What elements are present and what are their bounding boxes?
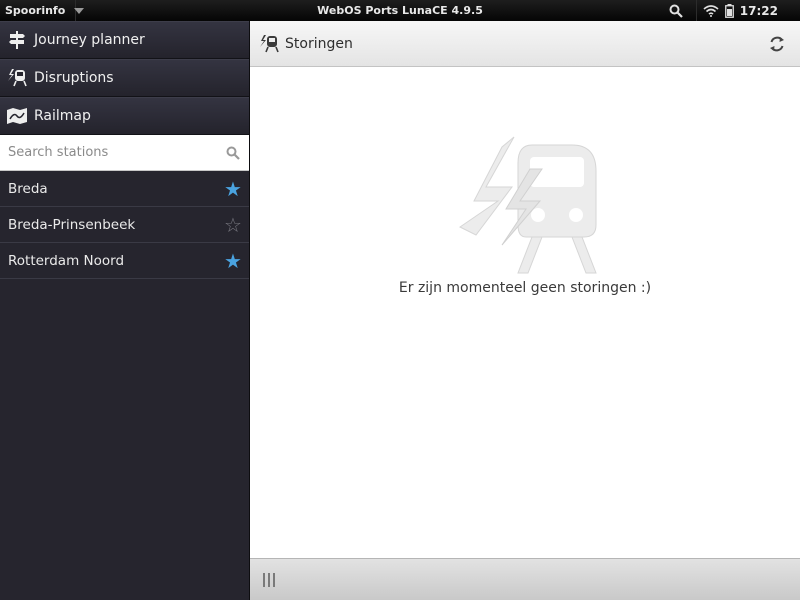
- empty-state-message: Er zijn momenteel geen storingen :): [398, 280, 652, 296]
- status-indicators: 17:22: [656, 0, 800, 21]
- nav-label: Railmap: [34, 108, 91, 124]
- signpost-icon: [0, 31, 34, 49]
- map-icon: [0, 108, 34, 124]
- station-name: Breda: [8, 180, 48, 197]
- app-menu-button[interactable]: Spoorinfo: [0, 0, 85, 21]
- wifi-icon: [703, 4, 719, 17]
- app-menu-label: Spoorinfo: [5, 4, 66, 17]
- system-status-bar: Spoorinfo WebOS Ports LunaCE 4.9.5 17:22: [0, 0, 800, 21]
- refresh-icon: [770, 36, 784, 51]
- drag-handle-icon[interactable]: [263, 573, 275, 587]
- station-row[interactable]: Rotterdam Noord ★: [0, 243, 249, 279]
- train-disruption-icon: [0, 69, 34, 87]
- favorite-star-icon[interactable]: ★: [217, 179, 249, 199]
- search-icon[interactable]: [217, 146, 249, 160]
- sidebar: Journey planner Disruptions Railmap Bred…: [0, 21, 249, 600]
- bottom-toolbar: [250, 558, 800, 600]
- battery-icon: [724, 3, 734, 18]
- station-search-bar: [0, 135, 249, 171]
- station-row[interactable]: Breda-Prinsenbeek ☆: [0, 207, 249, 243]
- unfavorite-star-icon[interactable]: ☆: [217, 215, 249, 235]
- search-input[interactable]: [8, 145, 217, 160]
- nav-disruptions[interactable]: Disruptions: [0, 59, 249, 97]
- station-name: Breda-Prinsenbeek: [8, 216, 136, 233]
- page-header: Storingen: [250, 21, 800, 67]
- station-name: Rotterdam Noord: [8, 252, 125, 269]
- page-title: Storingen: [285, 35, 353, 52]
- nav-journey-planner[interactable]: Journey planner: [0, 21, 249, 59]
- status-separator: [695, 0, 697, 21]
- disruptions-content: Er zijn momenteel geen storingen :): [250, 67, 800, 558]
- search-icon[interactable]: [656, 0, 696, 21]
- clock: 17:22: [739, 3, 778, 18]
- nav-label: Journey planner: [34, 32, 145, 48]
- nav-label: Disruptions: [34, 70, 114, 86]
- main-pane: Storingen Er zijn momenteel geen storing…: [250, 21, 800, 600]
- train-disruption-icon: [259, 34, 285, 53]
- station-row[interactable]: Breda ★: [0, 171, 249, 207]
- nav-railmap[interactable]: Railmap: [0, 97, 249, 135]
- train-disruption-icon: [459, 136, 597, 274]
- chevron-down-icon: [74, 7, 85, 14]
- refresh-button[interactable]: [754, 21, 800, 67]
- favorite-star-icon[interactable]: ★: [217, 251, 249, 271]
